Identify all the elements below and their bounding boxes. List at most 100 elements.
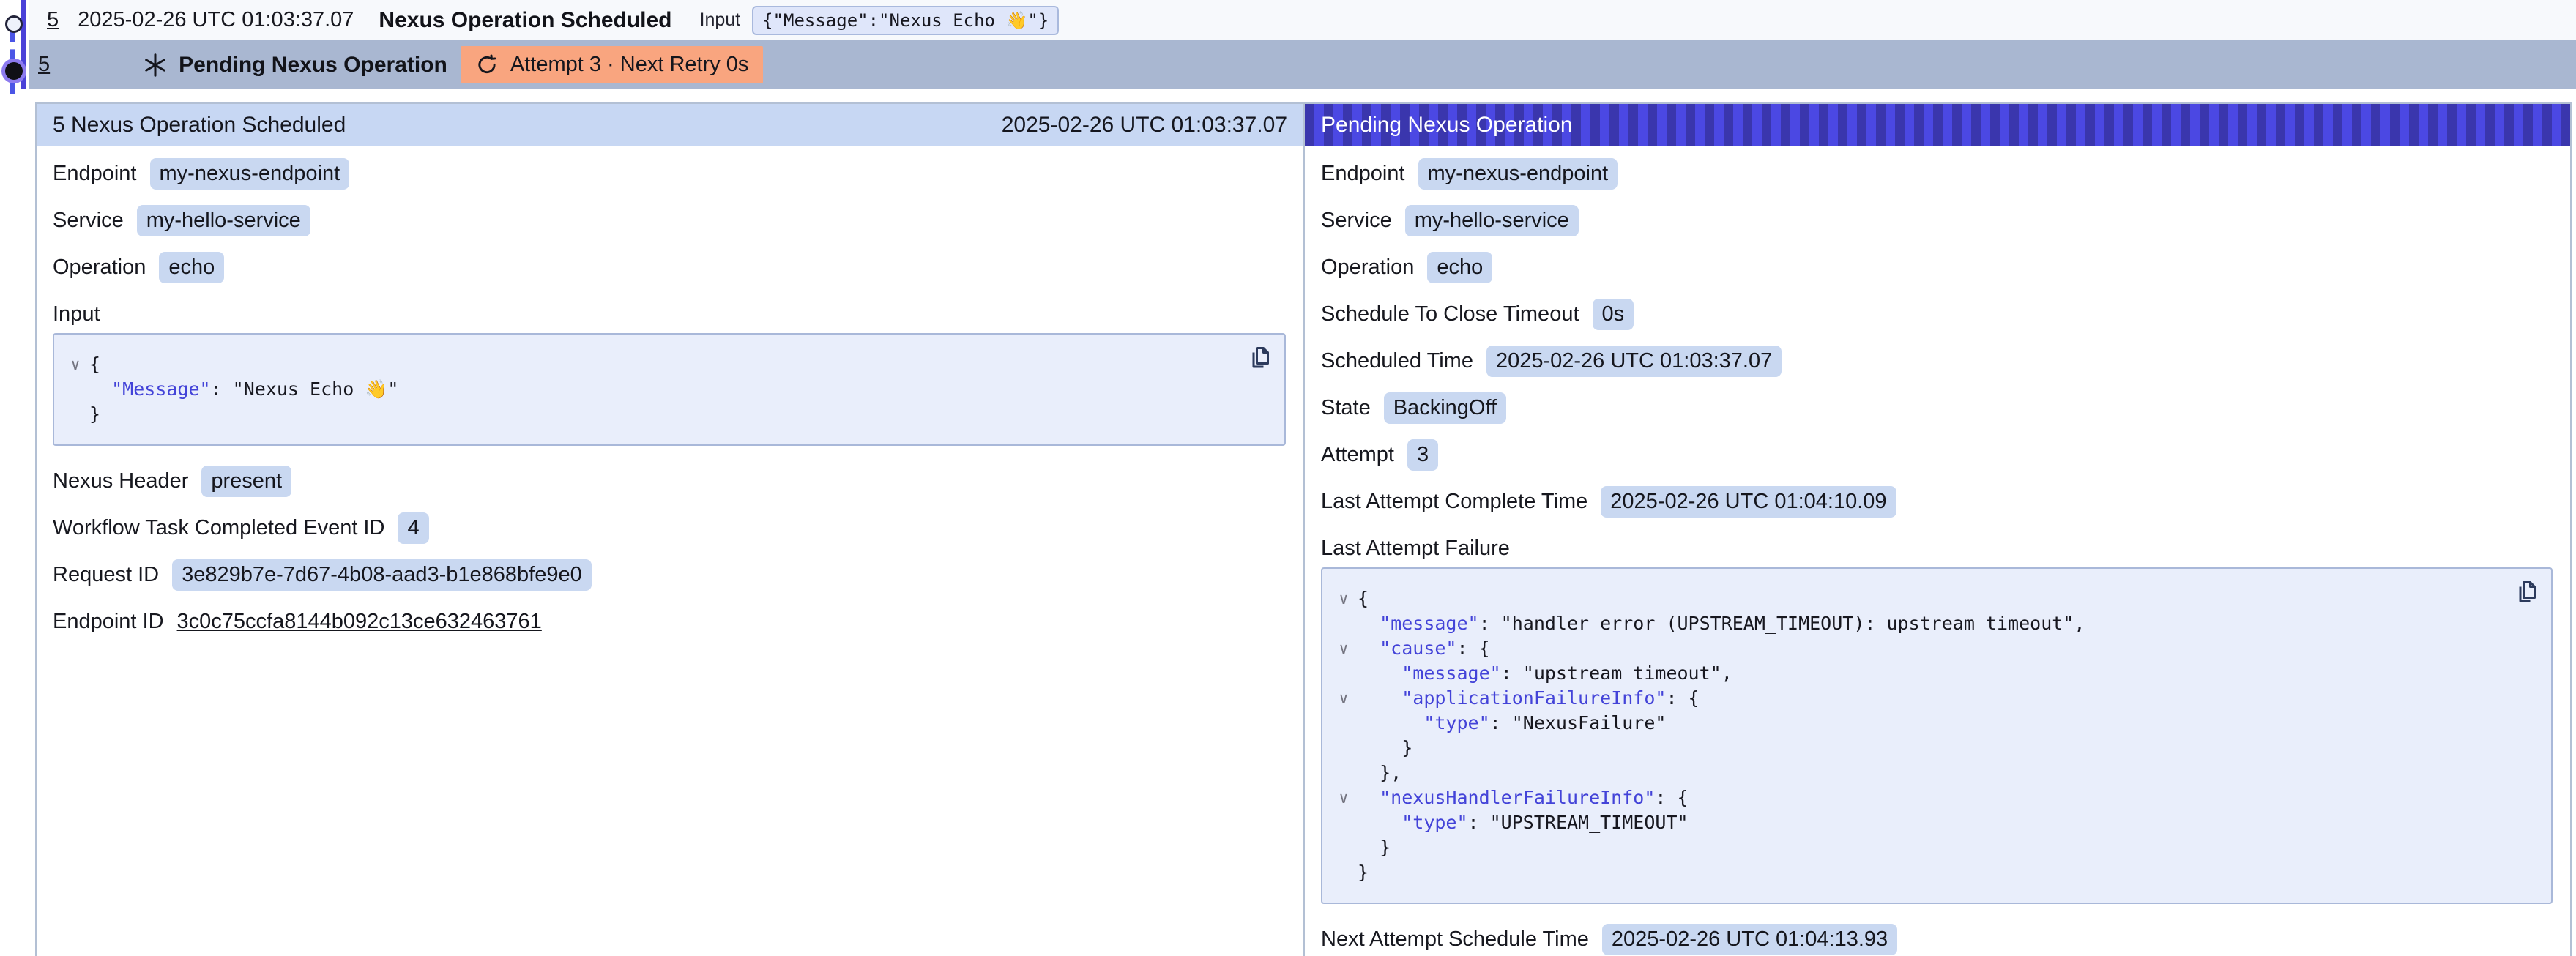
field-value-badge: present xyxy=(201,466,291,497)
event-detail-panel: 5 Nexus Operation Scheduled 2025-02-26 U… xyxy=(35,102,2572,956)
field-label: Scheduled Time xyxy=(1321,349,1473,373)
event-id-link[interactable]: 5 xyxy=(38,53,50,77)
endpoint-id-link[interactable]: 3c0c75ccfa8144b092c13ce632463761 xyxy=(177,610,542,634)
detail-field-row: Endpoint ID 3c0c75ccfa8144b092c13ce632463… xyxy=(53,607,1286,636)
json-code-line: } xyxy=(89,402,100,427)
field-label: Workflow Task Completed Event ID xyxy=(53,516,384,540)
pending-detail-section: Pending Nexus Operation Endpointmy-nexus… xyxy=(1305,104,2570,956)
detail-field-row: Last Attempt Complete Time2025-02-26 UTC… xyxy=(1321,487,2553,516)
json-text xyxy=(1358,613,1380,634)
json-code-line: { xyxy=(1358,586,1369,611)
field-label: Last Attempt Failure xyxy=(1321,534,2553,563)
json-text: } xyxy=(1358,737,1412,758)
json-line: "Message": "Nexus Echo 👋" xyxy=(62,377,1218,402)
json-code-line: "nexusHandlerFailureInfo": { xyxy=(1358,785,1689,810)
field-value-badge: BackingOff xyxy=(1384,392,1506,424)
json-code-line: "type": "NexusFailure" xyxy=(1358,711,1666,736)
json-text: : { xyxy=(1655,787,1688,808)
json-line: } xyxy=(62,402,1218,427)
json-text: } xyxy=(1358,862,1369,883)
json-key: "cause" xyxy=(1380,638,1456,659)
json-line: } xyxy=(1330,835,2485,860)
json-code-line: } xyxy=(1358,860,1369,885)
collapse-chevron-icon[interactable]: ∨ xyxy=(1330,785,1358,810)
json-line: }, xyxy=(1330,761,2485,785)
field-label: Nexus Header xyxy=(53,469,188,493)
json-line: ∨ "applicationFailureInfo": { xyxy=(1330,686,2485,711)
detail-field-row: Next Attempt Schedule Time2025-02-26 UTC… xyxy=(1321,925,2553,954)
json-code-line: { xyxy=(89,352,100,377)
json-text: { xyxy=(1358,588,1369,609)
field-label: Attempt xyxy=(1321,443,1394,467)
json-gutter xyxy=(1330,711,1358,736)
json-line: "message": "handler error (UPSTREAM_TIME… xyxy=(1330,611,2485,636)
detail-field-row: Endpointmy-nexus-endpoint xyxy=(1321,159,2553,188)
event-detail-header: 5 Nexus Operation Scheduled 2025-02-26 U… xyxy=(37,104,1303,146)
json-gutter xyxy=(62,402,89,427)
json-line: "type": "NexusFailure" xyxy=(1330,711,2485,736)
event-detail-header-timestamp: 2025-02-26 UTC 01:03:37.07 xyxy=(1002,113,1287,138)
json-line: } xyxy=(1330,736,2485,761)
field-value-badge: my-nexus-endpoint xyxy=(150,158,350,190)
json-code-line: "message": "handler error (UPSTREAM_TIME… xyxy=(1358,611,2085,636)
json-code-line: } xyxy=(1358,835,1391,860)
detail-field-row: Nexus Header present xyxy=(53,466,1286,496)
copy-button[interactable] xyxy=(2512,579,2538,605)
json-line: "type": "UPSTREAM_TIMEOUT" xyxy=(1330,810,2485,835)
json-code-line: "Message": "Nexus Echo 👋" xyxy=(89,377,398,402)
collapse-chevron-icon[interactable]: ∨ xyxy=(1330,636,1358,661)
collapse-chevron-icon[interactable]: ∨ xyxy=(1330,586,1358,611)
collapse-chevron-icon[interactable]: ∨ xyxy=(62,352,89,377)
json-line: } xyxy=(1330,860,2485,885)
field-value-badge: my-hello-service xyxy=(137,205,310,236)
field-value-badge: 0s xyxy=(1593,299,1634,330)
json-gutter xyxy=(62,377,89,402)
field-label: Endpoint xyxy=(53,162,137,186)
collapse-chevron-icon[interactable]: ∨ xyxy=(1330,686,1358,711)
field-value-badge: 2025-02-26 UTC 01:04:13.93 xyxy=(1602,924,1897,955)
json-key: "type" xyxy=(1401,812,1467,833)
json-code-line: "applicationFailureInfo": { xyxy=(1358,686,1700,711)
field-label: Service xyxy=(53,209,124,233)
json-text: : { xyxy=(1456,638,1489,659)
pending-spinner-icon xyxy=(142,52,168,78)
copy-button[interactable] xyxy=(1245,345,1271,371)
json-gutter xyxy=(1330,661,1358,686)
json-key: "Message" xyxy=(111,378,210,400)
json-text xyxy=(1358,638,1380,659)
field-label: Request ID xyxy=(53,563,159,587)
json-text: } xyxy=(1358,837,1391,858)
field-label: Endpoint ID xyxy=(53,610,164,634)
json-text: }, xyxy=(1358,762,1401,783)
field-value-badge: 4 xyxy=(398,512,428,544)
json-text: : "UPSTREAM_TIMEOUT" xyxy=(1468,812,1689,833)
json-code-line: "type": "UPSTREAM_TIMEOUT" xyxy=(1358,810,1689,835)
json-code-line: "cause": { xyxy=(1358,636,1490,661)
detail-field-row: StateBackingOff xyxy=(1321,393,2553,422)
json-gutter xyxy=(1330,611,1358,636)
json-key: "type" xyxy=(1423,712,1489,733)
json-code-line: "message": "upstream timeout", xyxy=(1358,661,1732,686)
event-title: Nexus Operation Scheduled xyxy=(379,8,671,33)
event-detail-header-title: 5 Nexus Operation Scheduled xyxy=(53,113,346,138)
field-label: Schedule To Close Timeout xyxy=(1321,302,1579,326)
json-gutter xyxy=(1330,761,1358,785)
detail-field-row: Attempt3 xyxy=(1321,440,2553,469)
event-detail-section: 5 Nexus Operation Scheduled 2025-02-26 U… xyxy=(37,104,1305,956)
json-viewer: ∨{ "message": "handler error (UPSTREAM_T… xyxy=(1321,567,2553,904)
field-value-badge: echo xyxy=(159,252,224,283)
json-code-line: } xyxy=(1358,736,1412,761)
json-text: : "upstream timeout", xyxy=(1501,662,1732,684)
pending-operation-row[interactable]: 5 Pending Nexus Operation Attempt 3 · Ne… xyxy=(29,40,2576,89)
attempt-retry-text: Attempt 3 · Next Retry 0s xyxy=(510,53,749,77)
event-id-link[interactable]: 5 xyxy=(47,8,59,32)
event-history-row[interactable]: 5 2025-02-26 UTC 01:03:37.07 Nexus Opera… xyxy=(29,0,2576,40)
json-gutter xyxy=(1330,860,1358,885)
json-text xyxy=(1358,687,1401,709)
detail-field-row: Workflow Task Completed Event ID 4 xyxy=(53,513,1286,542)
json-key: "applicationFailureInfo" xyxy=(1401,687,1666,709)
attempt-retry-badge: Attempt 3 · Next Retry 0s xyxy=(461,46,764,83)
detail-field-row: Servicemy-hello-service xyxy=(1321,206,2553,235)
json-line: ∨ "nexusHandlerFailureInfo": { xyxy=(1330,785,2485,810)
detail-field-row: Request ID3e829b7e-7d67-4b08-aad3-b1e868… xyxy=(53,560,1286,589)
